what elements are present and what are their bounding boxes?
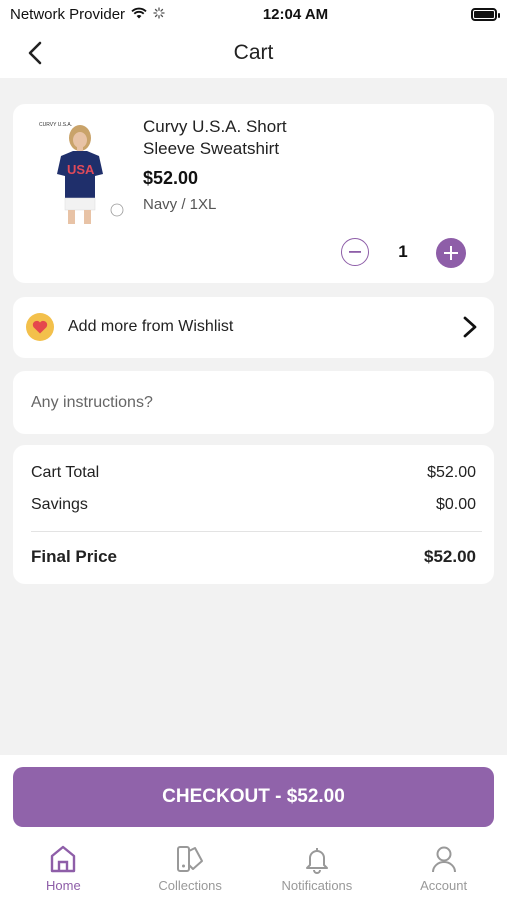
back-button[interactable] [20, 38, 50, 68]
plus-icon [444, 246, 458, 260]
image-brand-text: CURVY U.S.A. [39, 122, 72, 128]
tab-notifications-label: Notifications [281, 878, 353, 893]
chevron-right-icon [463, 316, 477, 338]
final-price-label: Final Price [31, 547, 117, 566]
minus-icon [349, 251, 361, 253]
quantity-decrease-button[interactable] [341, 238, 369, 266]
tab-collections[interactable]: Collections [127, 843, 254, 900]
collections-icon [175, 843, 205, 875]
loading-spinner-icon [153, 6, 165, 23]
instructions-card [13, 371, 494, 434]
home-icon [48, 843, 78, 875]
battery-fill [474, 10, 494, 18]
battery-icon [471, 7, 500, 21]
tab-home-label: Home [46, 878, 81, 893]
savings-row: Savings $0.00 [31, 496, 476, 514]
bottom-area: CHECKOUT - $52.00 Home Collections Notif… [0, 755, 507, 900]
tab-account-label: Account [420, 878, 468, 893]
tab-home[interactable]: Home [0, 843, 127, 900]
bell-icon [302, 843, 332, 875]
image-shirt-text: USA [67, 162, 95, 177]
product-variant: Navy / 1XL [143, 196, 217, 213]
tab-bar: Home Collections Notifications Account [0, 843, 507, 900]
status-bar: Network Provider 12:04 AM [0, 0, 507, 28]
quantity-increase-button[interactable] [436, 238, 466, 268]
carrier-label: Network Provider [10, 5, 126, 23]
header: Cart [0, 28, 507, 78]
cart-total-label: Cart Total [31, 464, 100, 481]
checkout-button[interactable]: CHECKOUT - $52.00 [13, 767, 494, 827]
cart-total-row: Cart Total $52.00 [31, 464, 476, 482]
page-title: Cart [233, 41, 274, 64]
price-summary-card: Cart Total $52.00 Savings $0.00 Final Pr… [13, 445, 494, 584]
instructions-input[interactable] [13, 371, 494, 434]
wifi-icon [131, 6, 147, 23]
user-icon [429, 843, 459, 875]
savings-label: Savings [31, 496, 88, 513]
cart-total-value: $52.00 [427, 464, 476, 481]
cart-item-card: CURVY U.S.A. USA Curvy U.S.A. Short Slee… [13, 104, 494, 283]
quantity-value: 1 [398, 242, 408, 261]
heart-icon [26, 313, 54, 341]
status-time: 12:04 AM [262, 5, 329, 23]
product-name[interactable]: Curvy U.S.A. Short Sleeve Sweatshirt [143, 116, 343, 160]
tab-notifications[interactable]: Notifications [254, 843, 381, 900]
product-price: $52.00 [143, 168, 199, 188]
tab-account[interactable]: Account [380, 843, 507, 900]
wishlist-row[interactable]: Add more from Wishlist [13, 297, 494, 358]
savings-value: $0.00 [435, 496, 476, 513]
tab-collections-label: Collections [158, 878, 222, 893]
final-price-value: $52.00 [424, 547, 476, 566]
divider [31, 531, 482, 532]
status-left: Network Provider [10, 6, 180, 23]
wishlist-label: Add more from Wishlist [68, 318, 234, 335]
product-image[interactable]: CURVY U.S.A. USA [37, 116, 133, 228]
final-price-row: Final Price $52.00 [31, 547, 476, 567]
chevron-left-icon [28, 41, 42, 65]
